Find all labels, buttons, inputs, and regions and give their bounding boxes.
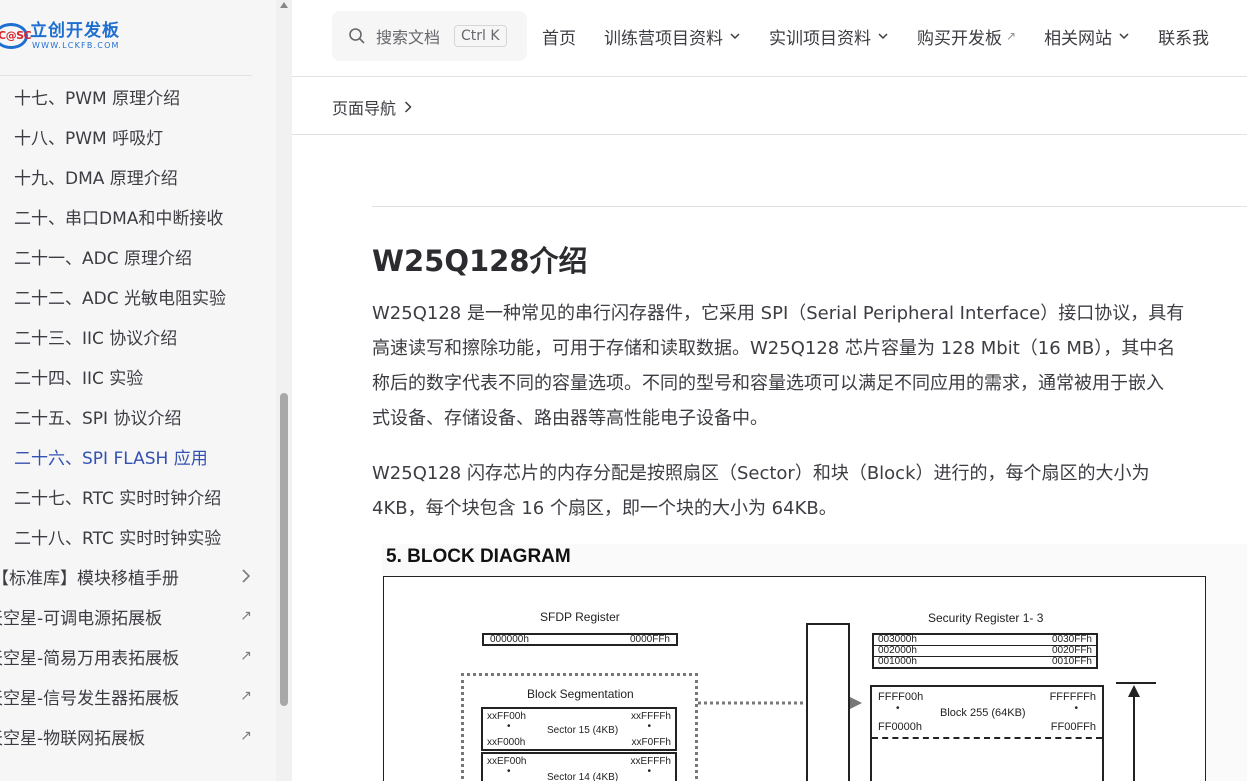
sfdp-register-box: 000000h 0000FFh: [482, 633, 678, 646]
sidebar-item[interactable]: 二十五、SPI 协议介绍: [0, 396, 270, 436]
sidebar-item[interactable]: 二十三、IIC 协议介绍: [0, 316, 270, 356]
logo-url: WWW.LCKFB.COM: [32, 41, 120, 50]
chevron-right-icon: [404, 101, 412, 113]
nav-related-sites-dropdown[interactable]: 相关网站: [1044, 24, 1130, 49]
nav-buy-board-link[interactable]: 购买开发板 ↗: [917, 24, 1016, 49]
external-link-icon: ↗: [1006, 29, 1017, 43]
sidebar-link-external[interactable]: 天空星-信号发生器拓展板 ↗: [0, 676, 270, 716]
diagram-frame: SFDP Register 000000h 0000FFh Block Segm…: [383, 576, 1206, 781]
external-link-icon: ↗: [240, 688, 252, 704]
scroll-up-arrow-icon[interactable]: [280, 2, 288, 8]
sidebar-nav: 十七、PWM 原理介绍 十八、PWM 呼吸灯 十九、DMA 原理介绍 二十、串口…: [0, 76, 270, 756]
sidebar-item[interactable]: 二十八、RTC 实时时钟实验: [0, 516, 270, 556]
sidebar-scrollbar[interactable]: [276, 0, 292, 781]
sidebar: C@SC 立创开发板 WWW.LCKFB.COM 十七、PWM 原理介绍 十八、…: [0, 0, 292, 781]
sidebar-link-external[interactable]: 天空星-简易万用表拓展板 ↗: [0, 636, 270, 676]
section-divider: [372, 206, 1247, 207]
block-255-box: FFFF00h FFFFFFh • Block 255 (64KB) • FF0…: [870, 685, 1104, 781]
sidebar-item[interactable]: 二十四、IIC 实验: [0, 356, 270, 396]
sidebar-item[interactable]: 十八、PWM 呼吸灯: [0, 116, 270, 156]
search-placeholder: 搜索文档: [376, 28, 441, 47]
logo[interactable]: C@SC 立创开发板 WWW.LCKFB.COM: [0, 14, 120, 58]
block-segmentation-label: Block Segmentation: [527, 687, 634, 701]
nav-training-camp-dropdown[interactable]: 训练营项目资料: [604, 24, 741, 49]
page-outline-toggle[interactable]: 页面导航: [332, 95, 412, 119]
address-bus-box: [806, 623, 850, 781]
external-link-icon: ↗: [240, 648, 252, 664]
chevron-down-icon: [878, 33, 888, 40]
sidebar-link-external[interactable]: 天空星-可调电源拓展板 ↗: [0, 596, 270, 636]
page-outline-bar: 页面导航: [292, 77, 1247, 135]
block-diagram-image: 5. BLOCK DIAGRAM SFDP Register 000000h 0…: [382, 544, 1247, 781]
top-navbar: 搜索文档 Ctrl K 首页 训练营项目资料 实训项目资料 购买开发板 ↗ 相关…: [292, 0, 1247, 76]
paragraph-intro: W25Q128 是一种常见的串行闪存器件，它采用 SPI（Serial Peri…: [372, 303, 1185, 429]
chevron-down-icon: [730, 33, 740, 40]
paragraph-memory-layout: W25Q128 闪存芯片的内存分配是按照扇区（Sector）和块（Block）进…: [372, 463, 1150, 519]
search-button[interactable]: 搜索文档 Ctrl K: [332, 11, 527, 61]
doc-content: W25Q128介绍 W25Q128 是一种常见的串行闪存器件，它采用 SPI（S…: [372, 136, 1247, 781]
sidebar-item[interactable]: 十九、DMA 原理介绍: [0, 156, 270, 196]
sector-15-box: xxFF00h xxFFFFh • Sector 15 (4KB) • xxF0…: [481, 707, 677, 751]
nav-home[interactable]: 首页: [542, 24, 576, 49]
nav-practical-training-dropdown[interactable]: 实训项目资料: [769, 24, 889, 49]
top-menu: 首页 训练营项目资料 实训项目资料 购买开发板 ↗ 相关网站 联系我: [542, 20, 1237, 52]
logo-mark-icon: C@SC: [0, 19, 32, 53]
sidebar-group-module-porting[interactable]: 【标准库】模块移植手册: [0, 556, 270, 596]
sidebar-item[interactable]: 二十一、ADC 原理介绍: [0, 236, 270, 276]
external-link-icon: ↗: [240, 608, 252, 624]
sidebar-item[interactable]: 十七、PWM 原理介绍: [0, 76, 270, 116]
chevron-right-icon: [236, 569, 256, 583]
address-arrow-icon: [1116, 682, 1156, 781]
external-link-icon: ↗: [240, 728, 252, 744]
sidebar-item[interactable]: 二十七、RTC 实时时钟介绍: [0, 476, 270, 516]
search-icon: [349, 28, 365, 44]
scrollbar-thumb[interactable]: [280, 393, 288, 706]
search-shortcut: Ctrl K: [454, 25, 507, 47]
sidebar-item[interactable]: 二十、串口DMA和中断接收: [0, 196, 270, 236]
sidebar-item[interactable]: 二十二、ADC 光敏电阻实验: [0, 276, 270, 316]
sidebar-item-active[interactable]: 二十六、SPI FLASH 应用: [0, 436, 270, 476]
sidebar-link-external[interactable]: 天空星-物联网拓展板 ↗: [0, 716, 270, 756]
section-heading: W25Q128介绍: [372, 244, 588, 278]
sector-14-box: xxEF00h xxEFFFh • Sector 14 (4KB) •: [481, 752, 677, 781]
chevron-down-icon: [1119, 33, 1129, 40]
sfdp-label: SFDP Register: [540, 610, 620, 624]
security-registers-box: 003000h 0030FFh 002000h 0020FFh 001000h …: [872, 633, 1098, 669]
security-register-label: Security Register 1- 3: [928, 611, 1044, 625]
nav-contact[interactable]: 联系我: [1158, 24, 1209, 49]
logo-name: 立创开发板: [30, 21, 120, 41]
diagram-title: 5. BLOCK DIAGRAM: [386, 546, 571, 567]
